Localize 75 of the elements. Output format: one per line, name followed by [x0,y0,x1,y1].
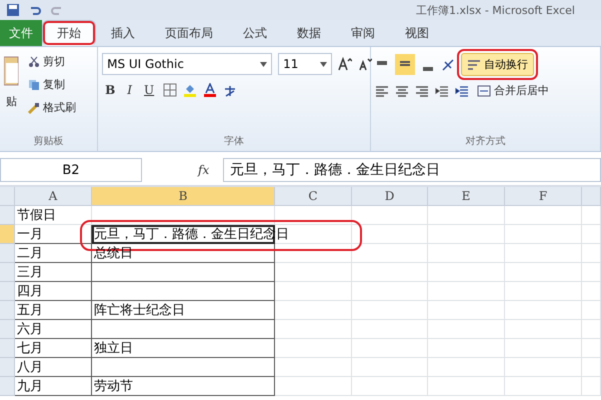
ribbon-tab[interactable]: 公式 [228,20,282,46]
empty-cell [582,282,601,301]
bold-button[interactable]: B [102,81,118,99]
table-cell: 四月 [15,282,92,301]
shrink-font-icon[interactable] [358,57,372,71]
align-right-icon[interactable] [415,84,430,98]
group-label: 字体 [223,134,246,149]
empty-cell [582,320,601,339]
empty-cell [582,225,601,244]
column-header[interactable]: D [352,187,428,206]
ribbon-tab[interactable]: 视图 [390,20,444,46]
empty-cell [582,358,601,377]
caret-icon [320,62,328,66]
group-label: 对齐方式 [464,134,507,149]
grow-font-icon[interactable] [338,57,352,71]
cell-text: 阵亡将士纪念日 [94,302,185,319]
column-header[interactable]: A [15,187,92,206]
align-center-icon[interactable] [395,84,410,98]
scissors-icon [28,56,40,68]
insert-function-button[interactable]: fx [198,163,210,177]
font-name-field[interactable]: MS UI Gothic [102,53,272,75]
table-cell: 二月 [15,244,92,263]
table-cell: 八月 [15,358,92,377]
format-painter-button[interactable]: 格式刷 [26,99,78,116]
cell-text: 独立日 [94,340,133,357]
brush-icon [28,102,40,114]
column-header[interactable]: F [505,187,582,206]
window-title: 工作簿1.xlsx - Microsoft Excel [416,2,575,18]
underline-button[interactable]: U [141,81,158,99]
borders-icon[interactable] [163,83,178,97]
ribbon-tab[interactable]: 数据 [282,20,336,46]
ribbon-tab[interactable]: 插入 [96,20,150,46]
name-box[interactable]: B2 [0,158,142,182]
cell-text: 劳动节 [94,378,133,395]
orientation-icon[interactable] [441,58,456,72]
empty-cell [582,339,601,358]
empty-cell [582,301,601,320]
column-header[interactable]: E [428,187,505,206]
align-middle-button[interactable] [395,54,416,75]
align-left-icon[interactable] [375,84,390,98]
decrease-indent-icon[interactable] [435,84,450,98]
copy-button[interactable]: 复制 [26,76,78,93]
table-cell: 节假日 [15,206,92,225]
column-header[interactable]: C [275,187,352,206]
table-cell: 七月 [15,339,92,358]
fill-color-icon[interactable] [183,83,198,97]
ribbon-tab[interactable]: 开始 [42,20,96,46]
cut-button[interactable]: 剪切 [26,53,78,70]
caret-icon [260,62,268,66]
ribbon-tab[interactable]: 审阅 [336,20,390,46]
increase-indent-icon[interactable] [455,84,470,98]
table-cell: 六月 [15,320,92,339]
column-header[interactable]: B [92,187,275,206]
ribbon-tab[interactable]: 页面布局 [150,20,228,46]
table-cell: 九月 [15,377,92,396]
paste-button[interactable]: 贴 [4,93,20,110]
empty-cell [582,244,601,263]
merge-icon [477,84,492,96]
table-cell: 一月 [15,225,92,244]
italic-button[interactable]: I [124,81,136,99]
font-size-field[interactable]: 11 [278,53,332,75]
file-tab[interactable]: 文件 [0,20,42,46]
copy-icon [28,78,40,90]
empty-cell [582,377,601,396]
group-label: 剪贴板 [32,134,65,149]
table-cell: 五月 [15,301,92,320]
formula-field[interactable]: 元旦，马丁．路德．金生日纪念日 [223,158,601,182]
merge-center-button[interactable]: 合并后居中 [475,82,552,99]
phonetic-icon[interactable] [223,83,238,97]
empty-cell [582,263,601,282]
font-color-icon[interactable] [203,83,218,97]
save-icon[interactable] [6,3,20,17]
table-cell: 三月 [15,263,92,282]
wrap-text-icon [467,58,482,70]
empty-cell [582,206,601,225]
